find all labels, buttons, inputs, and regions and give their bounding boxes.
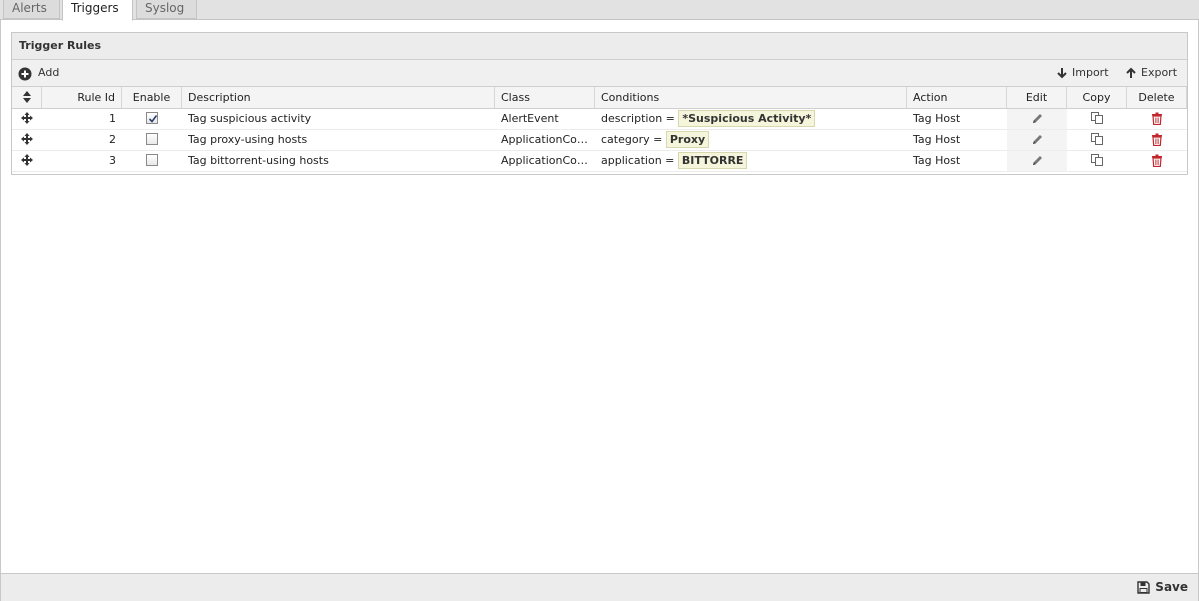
edit-cell	[1007, 130, 1067, 150]
column-header-description[interactable]: Description	[182, 87, 495, 108]
pencil-icon[interactable]	[1031, 154, 1044, 167]
column-header-delete: Delete	[1127, 87, 1187, 108]
column-header-copy: Copy	[1067, 87, 1127, 108]
trash-icon[interactable]	[1151, 133, 1163, 146]
grid-title: Trigger Rules	[12, 33, 1187, 60]
row-drag-handle[interactable]	[12, 109, 42, 129]
pencil-icon[interactable]	[1031, 112, 1044, 125]
enable-checkbox[interactable]	[146, 154, 158, 166]
save-button[interactable]: Save	[1137, 574, 1188, 601]
tab-syslog-label: Syslog	[145, 1, 185, 15]
column-header-edit: Edit	[1007, 87, 1067, 108]
add-button[interactable]: Add	[18, 60, 59, 86]
floppy-disk-icon	[1137, 581, 1150, 594]
move-arrows-icon	[21, 112, 33, 124]
save-button-label: Save	[1155, 580, 1188, 594]
conditions-cell: description = *Suspicious Activity*	[595, 109, 907, 129]
delete-cell	[1127, 130, 1187, 150]
condition-key: description =	[601, 112, 675, 125]
grid-toolbar: Add Import Export	[12, 60, 1187, 87]
pencil-icon[interactable]	[1031, 133, 1044, 146]
edit-cell	[1007, 109, 1067, 129]
tab-bar: Alerts Triggers Syslog	[0, 0, 1199, 21]
grid-header: Rule Id Enable Description Class Conditi…	[12, 87, 1187, 109]
class-cell: ApplicationControlLogEvent	[501, 154, 595, 167]
add-button-label: Add	[38, 66, 60, 79]
trash-icon[interactable]	[1151, 154, 1163, 167]
arrow-up-icon	[1126, 67, 1136, 78]
description-cell: Tag proxy-using hosts	[188, 133, 308, 146]
checkmark-icon	[148, 115, 158, 123]
arrow-down-icon	[1057, 68, 1067, 79]
trash-icon[interactable]	[1151, 112, 1163, 125]
column-header-action[interactable]: Action	[907, 87, 1007, 108]
copy-icon[interactable]	[1090, 132, 1104, 146]
condition-value: BITTORRE	[677, 151, 748, 169]
action-cell: Tag Host	[913, 112, 961, 125]
row-drag-handle[interactable]	[12, 151, 42, 171]
export-button-label: Export	[1141, 66, 1178, 79]
copy-icon[interactable]	[1090, 111, 1104, 125]
copy-cell	[1067, 109, 1127, 129]
footer-bar: Save	[0, 573, 1199, 601]
description-cell: Tag suspicious activity	[188, 112, 312, 125]
tab-triggers[interactable]: Triggers	[62, 0, 133, 21]
column-header-rule-id[interactable]: Rule Id	[42, 87, 122, 108]
table-row: 1 Tag suspicious activity AlertEvent des…	[12, 109, 1187, 130]
move-arrows-icon	[21, 154, 33, 166]
column-header-conditions[interactable]: Conditions	[595, 87, 907, 108]
import-button[interactable]: Import	[1056, 60, 1109, 86]
move-arrows-icon	[21, 133, 33, 145]
enable-cell	[122, 109, 182, 129]
copy-cell	[1067, 151, 1127, 171]
reorder-column-header[interactable]	[12, 87, 42, 108]
table-row: 2 Tag proxy-using hosts ApplicationContr…	[12, 130, 1187, 151]
description-cell: Tag bittorrent-using hosts	[188, 154, 329, 167]
edit-cell	[1007, 151, 1067, 171]
condition-key: category =	[601, 133, 663, 146]
conditions-cell: category = Proxy	[595, 130, 907, 150]
action-cell: Tag Host	[913, 133, 961, 146]
rule-id-cell: 3	[109, 154, 116, 167]
trigger-rules-grid: Trigger Rules Add Import Export Rule Id …	[11, 32, 1188, 175]
enable-checkbox[interactable]	[146, 133, 158, 145]
conditions-cell: application = BITTORRE	[595, 151, 907, 171]
tab-triggers-label: Triggers	[71, 1, 119, 15]
condition-key: application =	[601, 154, 675, 167]
condition-value: *Suspicious Activity*	[678, 109, 816, 127]
copy-cell	[1067, 130, 1127, 150]
delete-cell	[1127, 151, 1187, 171]
enable-cell	[122, 151, 182, 171]
enable-checkbox[interactable]	[146, 112, 158, 124]
tab-syslog[interactable]: Syslog	[136, 0, 197, 19]
rule-id-cell: 2	[109, 133, 116, 146]
class-cell: AlertEvent	[501, 112, 559, 125]
copy-icon[interactable]	[1090, 153, 1104, 167]
row-drag-handle[interactable]	[12, 130, 42, 150]
tab-alerts-label: Alerts	[12, 1, 47, 15]
condition-value: Proxy	[665, 130, 710, 148]
import-button-label: Import	[1072, 66, 1109, 79]
delete-cell	[1127, 109, 1187, 129]
action-cell: Tag Host	[913, 154, 961, 167]
tab-alerts[interactable]: Alerts	[3, 0, 60, 19]
class-cell: ApplicationControlLogEvent	[501, 133, 595, 146]
table-row: 3 Tag bittorrent-using hosts Application…	[12, 151, 1187, 172]
sort-arrows-icon	[22, 91, 31, 103]
enable-cell	[122, 130, 182, 150]
add-circle-icon	[18, 67, 32, 81]
column-header-class[interactable]: Class	[495, 87, 595, 108]
column-header-enable[interactable]: Enable	[122, 87, 182, 108]
rule-id-cell: 1	[109, 112, 116, 125]
export-button[interactable]: Export	[1125, 60, 1177, 86]
